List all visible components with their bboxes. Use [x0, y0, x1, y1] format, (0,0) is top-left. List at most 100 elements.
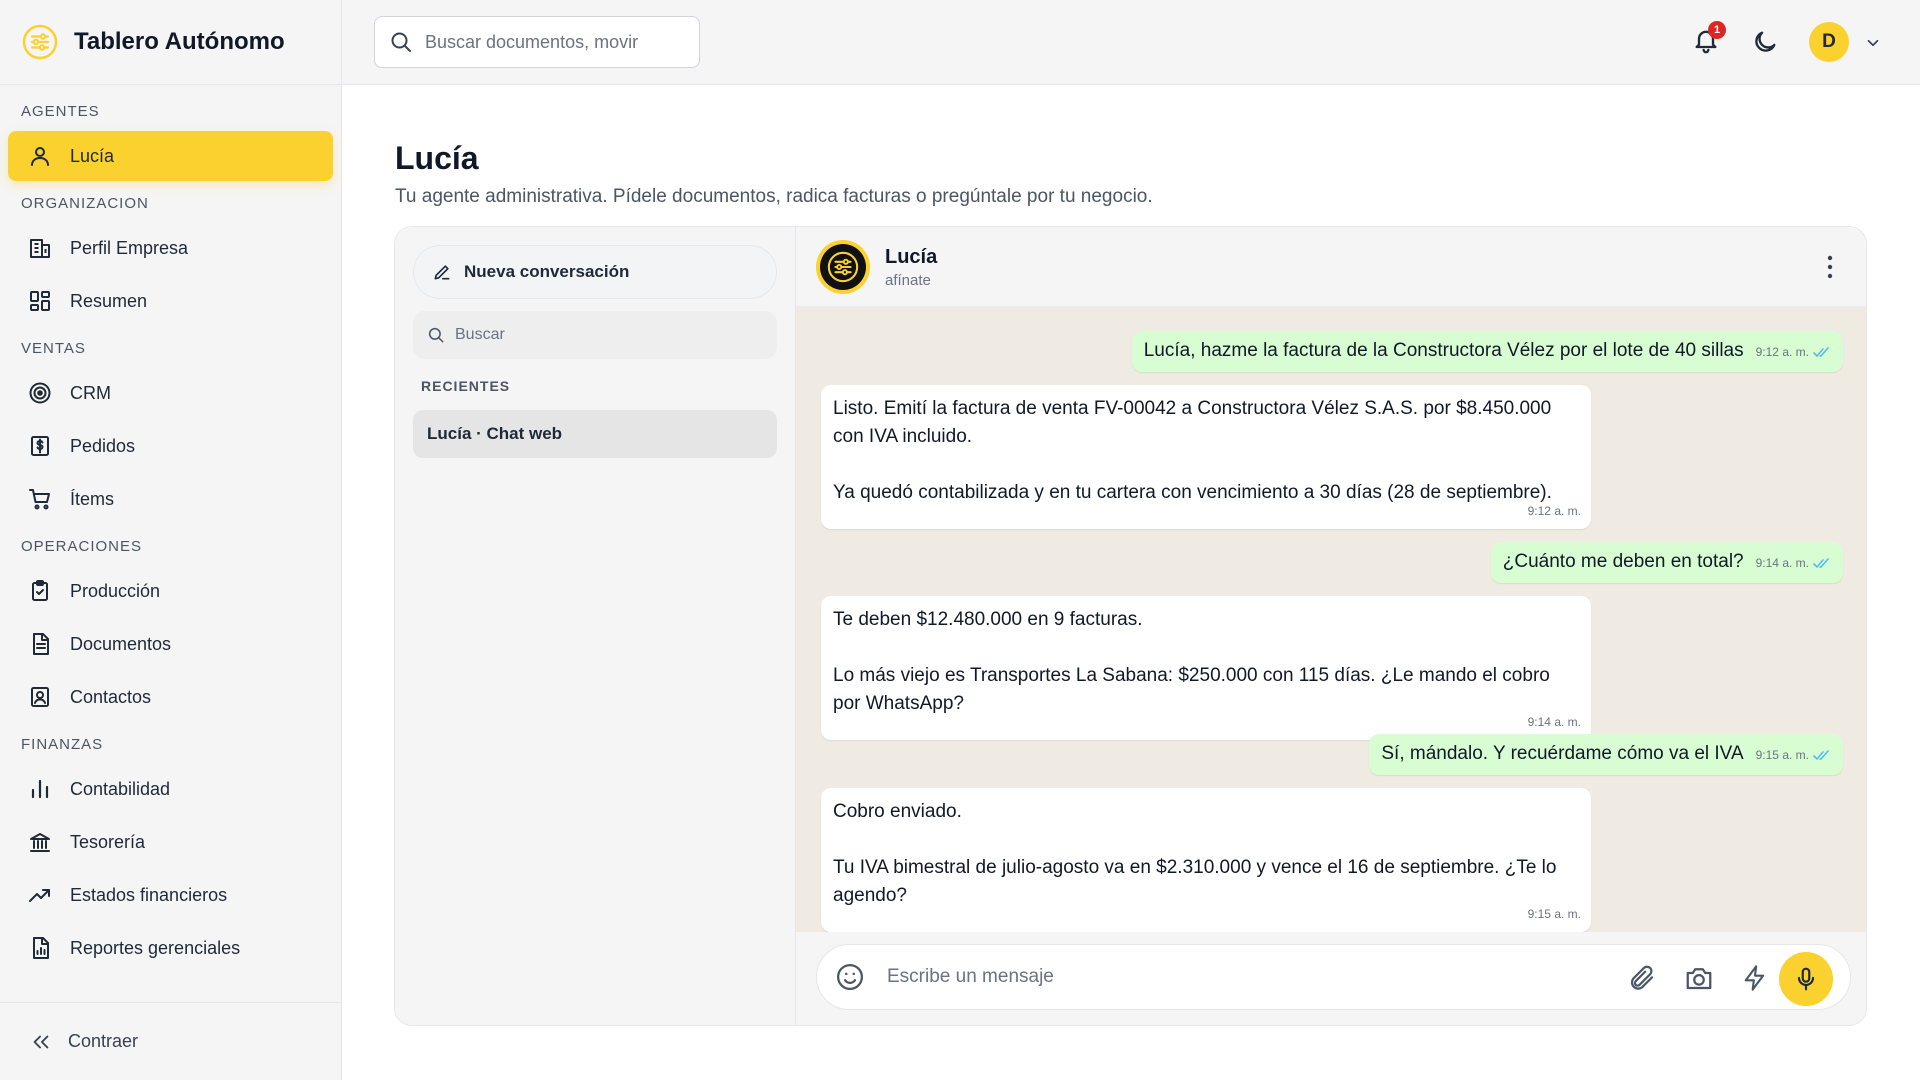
recent-label: RECIENTES	[421, 378, 511, 394]
message-list: Lucía, hazme la factura de la Constructo…	[796, 307, 1866, 932]
search-icon	[427, 326, 445, 344]
chevrons-left-icon	[30, 1031, 52, 1053]
page-subtitle: Tu agente administrativa. Pídele documen…	[395, 186, 1153, 207]
section-operaciones: OPERACIONES	[21, 538, 143, 555]
sidebar-item-label: Lucía	[70, 145, 115, 166]
contact-icon	[26, 683, 54, 711]
bar-chart-icon	[26, 775, 54, 803]
sidebar-item-label: Producción	[70, 580, 161, 601]
sidebar-item-documentos[interactable]: Documentos	[8, 619, 333, 669]
sidebar: Tablero Autónomo AGENTES Lucía ORGANIZAC…	[0, 0, 342, 1080]
sidebar-item-label: Ítems	[70, 488, 115, 509]
sidebar-item-label: Reportes gerenciales	[70, 937, 241, 958]
message-text: Cobro enviado. Tu IVA bimestral de julio…	[833, 801, 1557, 906]
chat-header: Lucía afínate	[796, 227, 1866, 307]
clipboard-icon	[26, 577, 54, 605]
sidebar-item-label: Pedidos	[70, 435, 136, 456]
message-incoming: Cobro enviado. Tu IVA bimestral de julio…	[821, 788, 1591, 932]
search-input[interactable]	[425, 31, 675, 53]
sidebar-item-label: Resumen	[70, 290, 148, 311]
building-icon	[26, 234, 54, 262]
bank-icon	[26, 828, 54, 856]
top-bar: 1 D	[342, 0, 1920, 85]
pencil-icon	[432, 262, 452, 282]
paperclip-icon[interactable]	[1627, 963, 1657, 993]
trend-up-icon	[26, 881, 54, 909]
message-time: 9:12 a. m.	[1527, 504, 1581, 518]
sidebar-item-label: Perfil Empresa	[70, 237, 189, 258]
message-outgoing: ¿Cuánto me deben en total? 9:14 a. m.	[1490, 542, 1843, 583]
message-time: 9:14 a. m.	[1755, 556, 1809, 570]
sidebar-item-contabilidad[interactable]: Contabilidad	[8, 764, 333, 814]
message-text: ¿Cuánto me deben en total?	[1502, 551, 1744, 572]
message-text: Listo. Emití la factura de venta FV-0004…	[833, 398, 1552, 503]
lightning-icon[interactable]	[1741, 963, 1769, 993]
conversation-search-input[interactable]	[455, 326, 755, 344]
message-time: 9:14 a. m.	[1527, 715, 1581, 729]
user-avatar[interactable]: D	[1809, 22, 1849, 62]
chat-panel: Nueva conversación RECIENTES Lucía · Cha…	[394, 226, 1867, 1026]
global-search[interactable]	[374, 16, 700, 68]
app-title: Tablero Autónomo	[74, 28, 285, 55]
target-icon	[26, 379, 54, 407]
section-organizacion: ORGANIZACION	[21, 195, 149, 212]
sidebar-item-reportes-gerenciales[interactable]: Reportes gerenciales	[8, 923, 333, 973]
message-incoming: Listo. Emití la factura de venta FV-0004…	[821, 385, 1591, 529]
brand: Tablero Autónomo	[0, 0, 341, 85]
sidebar-item-resumen[interactable]: Resumen	[8, 276, 333, 326]
sidebar-item-label: Documentos	[70, 633, 172, 654]
conversation-list: Nueva conversación RECIENTES Lucía · Cha…	[395, 227, 796, 1025]
message-time: 9:15 a. m.	[1755, 748, 1809, 762]
conversation-search[interactable]	[413, 311, 777, 359]
more-vertical-icon[interactable]	[1826, 254, 1834, 280]
chevron-down-icon[interactable]	[1864, 34, 1882, 52]
message-text: Te deben $12.480.000 en 9 facturas. Lo m…	[833, 609, 1550, 714]
sidebar-item-label: Contabilidad	[70, 778, 171, 799]
agent-avatar	[816, 240, 870, 294]
message-outgoing: Sí, mándalo. Y recuérdame cómo va el IVA…	[1369, 734, 1843, 775]
report-icon	[26, 934, 54, 962]
agent-name: Lucía	[885, 246, 938, 268]
voice-record-button[interactable]	[1779, 952, 1833, 1006]
collapse-label: Contraer	[68, 1031, 139, 1051]
sidebar-item-items[interactable]: Ítems	[8, 474, 333, 524]
sidebar-item-crm[interactable]: CRM	[8, 368, 333, 418]
sidebar-item-produccion[interactable]: Producción	[8, 566, 333, 616]
sidebar-item-perfil-empresa[interactable]: Perfil Empresa	[8, 223, 333, 273]
message-composer	[816, 944, 1851, 1010]
page-title: Lucía	[395, 140, 479, 176]
camera-icon[interactable]	[1683, 963, 1715, 993]
message-time: 9:15 a. m.	[1527, 907, 1581, 921]
sidebar-item-label: Contactos	[70, 686, 152, 707]
sidebar-item-label: Tesorería	[70, 831, 146, 852]
theme-toggle-moon-icon[interactable]	[1751, 28, 1779, 56]
sidebar-item-estados-financieros[interactable]: Estados financieros	[8, 870, 333, 920]
message-outgoing: Lucía, hazme la factura de la Constructo…	[1131, 331, 1843, 372]
sidebar-item-pedidos[interactable]: Pedidos	[8, 421, 333, 471]
conversation-item[interactable]: Lucía · Chat web	[413, 410, 777, 458]
sliders-icon	[826, 250, 860, 284]
double-check-icon	[1809, 557, 1831, 569]
microphone-icon	[1793, 966, 1819, 992]
new-conversation-button[interactable]: Nueva conversación	[413, 245, 777, 299]
section-finanzas: FINANZAS	[21, 736, 104, 753]
notifications-button[interactable]: 1	[1692, 21, 1726, 58]
message-incoming: Te deben $12.480.000 en 9 facturas. Lo m…	[821, 596, 1591, 740]
notification-badge: 1	[1708, 21, 1726, 39]
dollar-doc-icon	[26, 432, 54, 460]
document-icon	[26, 630, 54, 658]
sidebar-item-lucia[interactable]: Lucía	[8, 131, 333, 181]
message-text: Sí, mándalo. Y recuérdame cómo va el IVA	[1381, 743, 1744, 764]
message-input[interactable]	[887, 966, 1587, 988]
double-check-icon	[1809, 346, 1831, 358]
sidebar-item-tesoreria[interactable]: Tesorería	[8, 817, 333, 867]
emoji-icon[interactable]	[835, 962, 865, 992]
dashboard-icon	[26, 287, 54, 315]
agent-status: afínate	[885, 272, 931, 289]
sidebar-item-contactos[interactable]: Contactos	[8, 672, 333, 722]
message-time: 9:12 a. m.	[1755, 345, 1809, 359]
sidebar-nav: AGENTES Lucía ORGANIZACION Perfil Empres…	[0, 85, 341, 973]
sliders-logo-icon	[22, 24, 58, 60]
collapse-sidebar-button[interactable]: Contraer	[0, 1002, 341, 1080]
search-icon	[389, 30, 413, 54]
